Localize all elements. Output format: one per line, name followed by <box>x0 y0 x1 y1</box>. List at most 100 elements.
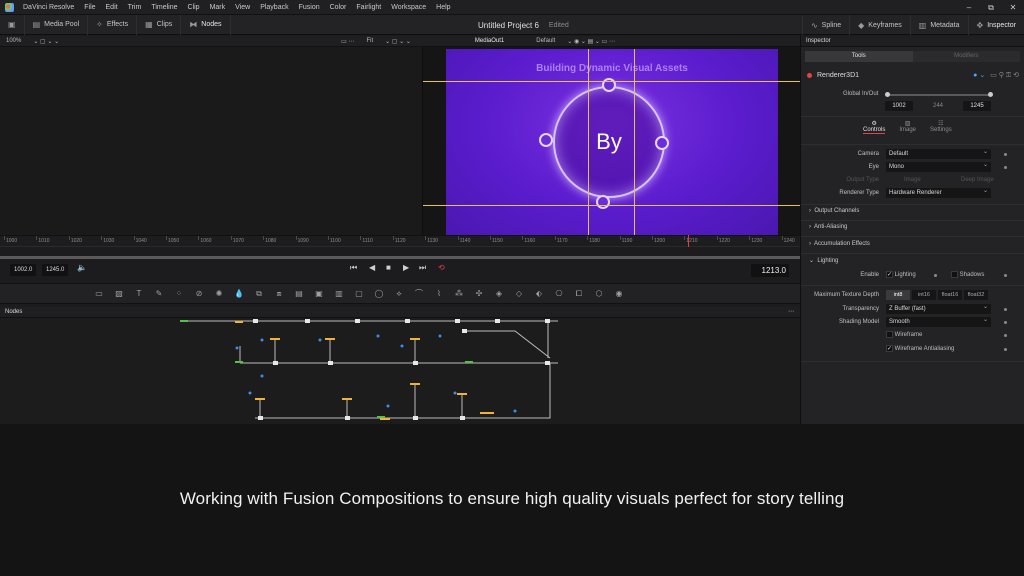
global-range-slider[interactable] <box>887 94 991 96</box>
restore-icon[interactable]: ⧉ <box>980 3 1002 13</box>
menu-view[interactable]: View <box>230 4 255 11</box>
keyframes-button[interactable]: ◆ Keyframes <box>849 15 910 35</box>
global-out-field[interactable]: 1245 <box>963 101 991 111</box>
menu-fusion[interactable]: Fusion <box>294 4 325 11</box>
color-corrector-icon[interactable]: ✺ <box>210 287 228 301</box>
mask-tool-icon[interactable]: ⊘ <box>190 287 208 301</box>
merge3d-icon[interactable]: ⬖ <box>530 287 548 301</box>
menu-fairlight[interactable]: Fairlight <box>351 4 386 11</box>
subtab-settings[interactable]: ☷ Settings <box>930 120 952 134</box>
loop-icon[interactable]: ⟲ <box>438 263 445 272</box>
guide-line-bottom[interactable] <box>423 205 801 206</box>
shading-select[interactable]: Smooth <box>886 315 991 327</box>
menu-playback[interactable]: Playback <box>255 4 293 11</box>
media-out-icon[interactable]: ▥ <box>330 287 348 301</box>
transform-handle-left[interactable] <box>539 133 553 147</box>
tex-depth-float16[interactable]: float16 <box>938 290 962 300</box>
audio-icon[interactable]: 🔈 <box>77 263 87 272</box>
left-viewer-options-icon[interactable]: ⌄ ▢ ⌄ ⌄ <box>27 38 65 45</box>
merge-tool-icon[interactable]: ⧉ <box>250 287 268 301</box>
wireframe-checkbox[interactable]: Wireframe <box>886 331 922 338</box>
menu-timeline[interactable]: Timeline <box>146 4 182 11</box>
transform-handle-right[interactable] <box>655 136 669 150</box>
go-to-end-icon[interactable]: ⏭ <box>419 263 426 273</box>
minimize-icon[interactable]: – <box>958 3 980 12</box>
tex-depth-int8[interactable]: int8 <box>886 290 910 300</box>
transparency-select[interactable]: Z Buffer (fast) <box>886 302 991 314</box>
global-in-field[interactable]: 1002 <box>885 101 913 111</box>
right-viewer-options-icon[interactable]: ⌄ ▢ ⌄ ⌄ <box>379 38 417 45</box>
tab-modifiers[interactable]: Modifiers <box>912 51 1020 62</box>
nodes-options-icon[interactable]: ⋯ <box>788 307 794 318</box>
right-viewer-tools-icon[interactable]: ⌄ ◉ ⌄ ▤ ⌄ ▭ ⋯ <box>561 38 621 45</box>
wireframe-keyframe-dot[interactable] <box>1004 334 1007 337</box>
renderer3d-icon[interactable]: ⬡ <box>590 287 608 301</box>
shading-keyframe-dot[interactable] <box>1004 321 1007 324</box>
accumulation-section[interactable]: › Accumulation Effects <box>809 241 870 247</box>
text3d-icon[interactable]: ◇ <box>510 287 528 301</box>
image-plane3d-icon[interactable]: ⧠ <box>570 287 588 301</box>
shape3d-icon[interactable]: ◈ <box>490 287 508 301</box>
output-channels-section[interactable]: › Output Channels <box>809 208 859 214</box>
guide-line-right[interactable] <box>634 49 635 235</box>
channel-booleans-icon[interactable]: ⧈ <box>270 287 288 301</box>
out-point-field[interactable]: 1245.0 <box>42 264 69 276</box>
eye-select[interactable]: Mono <box>886 160 991 172</box>
menu-help[interactable]: Help <box>431 4 455 11</box>
menu-clip[interactable]: Clip <box>183 4 205 11</box>
blur-tool-icon[interactable]: 💧 <box>230 287 248 301</box>
bspline-mask-icon[interactable]: ⌒ <box>410 287 428 301</box>
guide-line-left[interactable] <box>588 49 589 235</box>
wand-mask-icon[interactable]: ⌇ <box>430 287 448 301</box>
text-tool-icon[interactable]: T <box>130 287 148 301</box>
lighting-section[interactable]: ⌄ Lighting <box>809 257 838 264</box>
tab-tools[interactable]: Tools <box>805 51 913 62</box>
anti-aliasing-section[interactable]: › Anti-Aliasing <box>809 224 847 230</box>
time-ruler[interactable]: 1000 1010 1020 1030 1040 1050 1060 1070 1080 1090… <box>0 235 800 247</box>
effects-button[interactable]: ✧ Effects <box>88 14 138 35</box>
camera3d-icon[interactable]: ⎔ <box>550 287 568 301</box>
tex-depth-float32[interactable]: float32 <box>964 290 988 300</box>
lighting-keyframe-dot[interactable] <box>934 274 937 277</box>
clips-button[interactable]: ▦ Clips <box>137 14 182 35</box>
paint-tool-icon[interactable]: ▧ <box>110 287 128 301</box>
play-reverse-icon[interactable]: ◀ <box>369 263 375 272</box>
left-viewer[interactable] <box>0 47 422 235</box>
right-viewer[interactable]: Building Dynamic Visual Assets By <box>422 47 801 235</box>
shadows-keyframe-dot[interactable] <box>1004 274 1007 277</box>
node-actions-icon[interactable]: ▭ ⚲ ⚿ ⟲ <box>990 71 1019 80</box>
renderer-type-select[interactable]: Hardware Renderer <box>886 186 991 198</box>
in-point-field[interactable]: 1002.0 <box>10 264 37 276</box>
metadata-button[interactable]: ▥ Metadata <box>909 15 968 35</box>
shadows-checkbox[interactable]: Shadows <box>951 271 984 278</box>
prender-icon[interactable]: ✣ <box>470 287 488 301</box>
stop-icon[interactable]: ■ <box>386 263 391 272</box>
menu-trim[interactable]: Trim <box>123 4 147 11</box>
menu-color[interactable]: Color <box>325 4 352 11</box>
eye-keyframe-dot[interactable] <box>1004 166 1007 169</box>
spotlight-icon[interactable]: ◉ <box>610 287 628 301</box>
rectangle-mask-icon[interactable]: ▢ <box>350 287 368 301</box>
ellipse-mask-icon[interactable]: ◯ <box>370 287 388 301</box>
play-icon[interactable]: ▶ <box>403 263 409 272</box>
spline-button[interactable]: ∿ Spline <box>801 15 849 35</box>
lighting-checkbox[interactable]: ✓ Lighting <box>886 271 916 278</box>
left-zoom-select[interactable]: 100% <box>0 38 27 44</box>
lut-select[interactable]: Default <box>530 38 561 44</box>
menu-mark[interactable]: Mark <box>205 4 231 11</box>
playhead[interactable] <box>688 235 689 247</box>
menu-edit[interactable]: Edit <box>101 4 123 11</box>
go-to-start-icon[interactable]: ⏮ <box>350 263 357 273</box>
camera-keyframe-dot[interactable] <box>1004 153 1007 156</box>
node-color-dot[interactable] <box>807 72 812 78</box>
pemitter-icon[interactable]: ⁂ <box>450 287 468 301</box>
background-tool-icon[interactable]: ▭ <box>90 287 108 301</box>
matte-control-icon[interactable]: ▤ <box>290 287 308 301</box>
subtab-controls[interactable]: ⚙ Controls <box>863 120 886 134</box>
polygon-mask-icon[interactable]: ⟡ <box>390 287 408 301</box>
menu-file[interactable]: File <box>79 4 100 11</box>
nodes-button[interactable]: ⧓ Nodes <box>181 14 231 35</box>
close-icon[interactable]: ✕ <box>1002 3 1024 12</box>
particles-tool-icon[interactable]: ⁘ <box>170 287 188 301</box>
node-status-icon[interactable]: ● ⌄ <box>973 71 985 79</box>
